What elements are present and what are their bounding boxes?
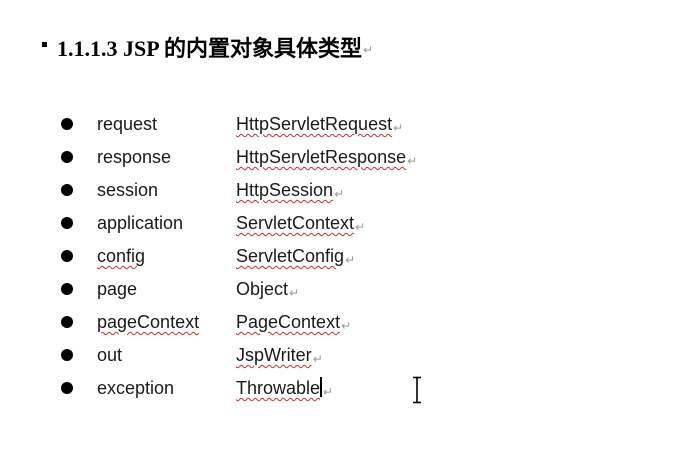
object-type-text: HttpSession xyxy=(236,180,334,200)
object-type: ServletConfig↵ xyxy=(236,246,355,267)
bullet-icon xyxy=(61,348,73,361)
object-type: HttpSession↵ xyxy=(236,180,344,201)
object-type: PageContext↵ xyxy=(236,312,351,333)
object-name: session xyxy=(97,180,159,200)
section-heading: 1.1.1.3 JSP 的内置对象具体类型 ↵ xyxy=(42,30,373,64)
object-type-text: Object xyxy=(236,279,289,299)
object-name: config xyxy=(97,246,146,266)
list-item: page Object↵ xyxy=(0,275,696,308)
paragraph-mark-icon: ↵ xyxy=(393,121,404,135)
text-ibeam-cursor-icon xyxy=(413,376,421,404)
bullet-icon xyxy=(61,315,73,328)
bullet-icon xyxy=(61,183,73,196)
paragraph-mark-icon: ↵ xyxy=(341,319,352,333)
list-item: pageContext PageContext↵ xyxy=(0,308,696,341)
object-name: response xyxy=(97,147,172,167)
object-type-text: ServletConfig xyxy=(236,246,345,266)
object-type-text: HttpServletResponse xyxy=(236,147,407,167)
list-item: response HttpServletResponse↵ xyxy=(0,143,696,176)
object-name: page xyxy=(97,279,138,299)
object-type: ServletContext↵ xyxy=(236,213,365,234)
document-page[interactable]: 1.1.1.3 JSP 的内置对象具体类型 ↵ request HttpServl… xyxy=(0,0,696,470)
bullet-icon xyxy=(61,381,73,394)
list-item: application ServletContext↵ xyxy=(0,209,696,242)
bullet-icon xyxy=(61,150,73,163)
object-type: Object↵ xyxy=(236,279,299,300)
object-type: HttpServletResponse↵ xyxy=(236,147,417,168)
object-name: out xyxy=(97,345,123,365)
object-type-text: PageContext xyxy=(236,312,341,332)
object-type-text: Throwable xyxy=(236,378,321,398)
paragraph-mark-icon: ↵ xyxy=(289,286,300,300)
list-item: exception Throwable ↵ xyxy=(0,374,696,407)
section-heading-text: 1.1.1.3 JSP 的内置对象具体类型 xyxy=(57,36,362,61)
object-type-text: ServletContext xyxy=(236,213,355,233)
bullet-icon xyxy=(61,282,73,295)
heading-list-marker-icon xyxy=(42,41,47,47)
object-name: application xyxy=(97,213,184,233)
object-type: HttpServletRequest↵ xyxy=(236,114,403,135)
paragraph-mark-icon: ↵ xyxy=(334,187,345,201)
object-name: pageContext xyxy=(97,312,200,332)
object-type-text: HttpServletRequest xyxy=(236,114,393,134)
paragraph-mark-icon: ↵ xyxy=(355,220,366,234)
object-type-text: JspWriter xyxy=(236,345,312,365)
object-name: request xyxy=(97,114,158,134)
bullet-icon xyxy=(61,216,73,229)
list-item: out JspWriter↵ xyxy=(0,341,696,374)
paragraph-mark-icon: ↵ xyxy=(407,154,418,168)
list-item: config ServletConfig↵ xyxy=(0,242,696,275)
paragraph-mark-icon: ↵ xyxy=(362,43,374,57)
text-caret xyxy=(320,377,323,398)
jsp-implicit-object-list: request HttpServletRequest↵ response HttpSe… xyxy=(0,110,696,407)
object-name: exception xyxy=(97,378,175,398)
list-item: session HttpSession↵ xyxy=(0,176,696,209)
paragraph-mark-icon: ↵ xyxy=(345,253,356,267)
object-type: JspWriter↵ xyxy=(236,345,323,366)
object-type: Throwable ↵ xyxy=(236,377,334,399)
bullet-icon xyxy=(61,249,73,262)
paragraph-mark-icon: ↵ xyxy=(312,352,323,366)
list-item: request HttpServletRequest↵ xyxy=(0,110,696,143)
paragraph-mark-icon: ↵ xyxy=(323,385,334,399)
bullet-icon xyxy=(61,117,73,130)
